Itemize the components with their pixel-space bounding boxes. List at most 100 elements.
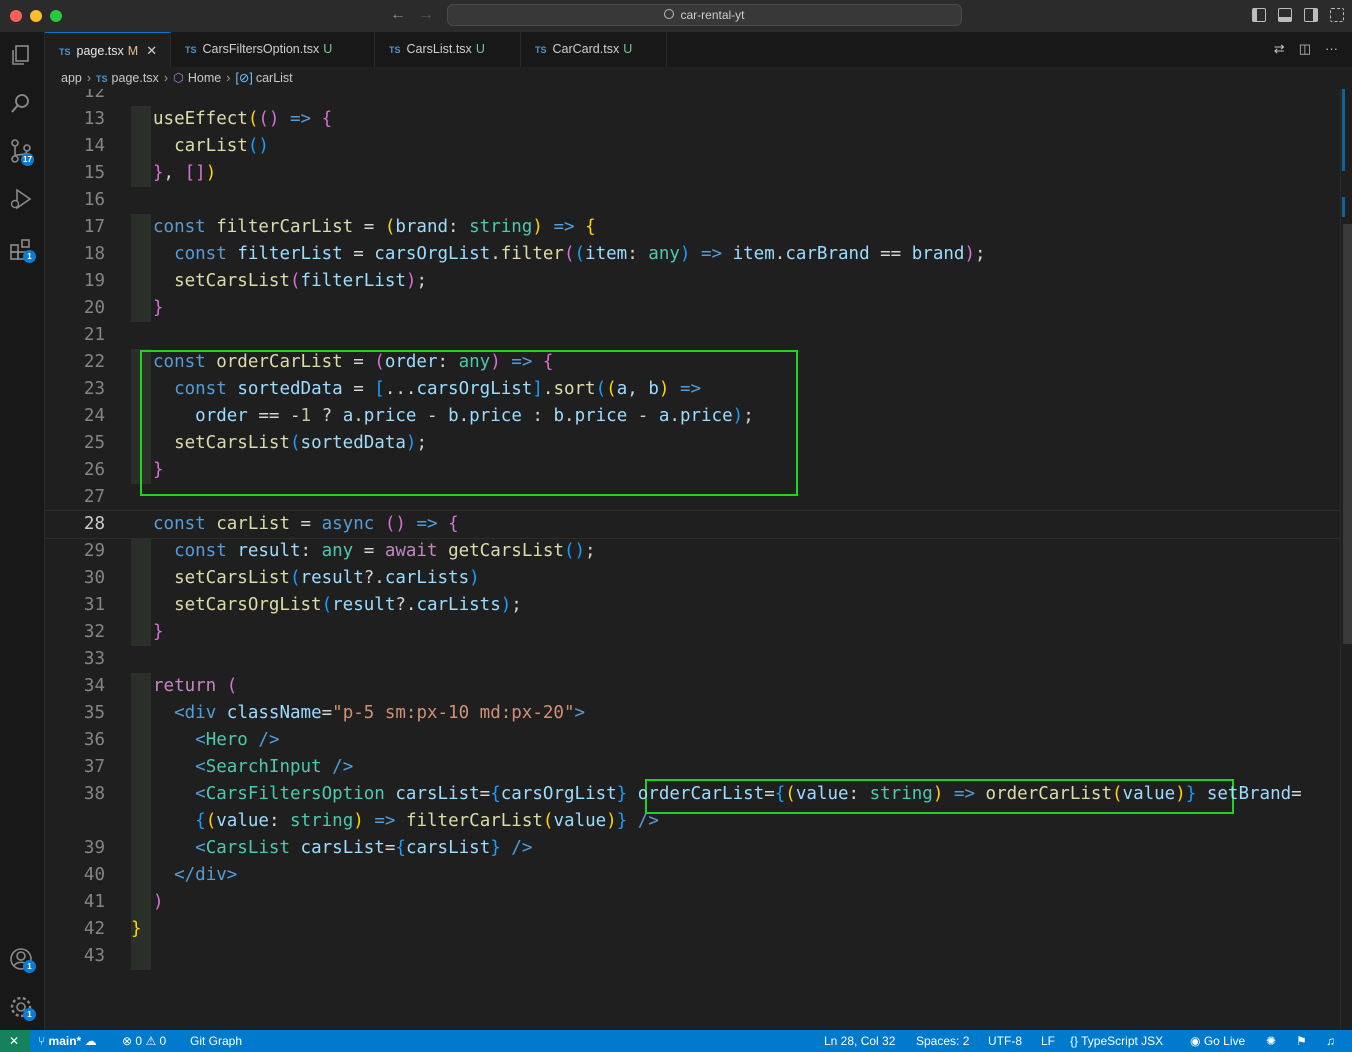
problems-indicator[interactable]: ⊗ 0 ⚠ 0 [122,1030,166,1052]
feedback-icon[interactable]: ⚑ [1296,1030,1307,1052]
encoding-setting[interactable]: UTF-8 [988,1030,1022,1052]
search-icon[interactable] [8,90,34,116]
code-line[interactable]: 25 setCarsList(sortedData); [45,430,1340,457]
code-line[interactable]: 27 [45,484,1340,511]
breadcrumb-symbol[interactable]: carList [256,71,293,85]
code-text: ) [153,892,164,912]
breadcrumb-folder[interactable]: app [61,71,82,85]
code-line[interactable]: 26} [45,457,1340,484]
code-line[interactable]: 33 [45,646,1340,673]
code-line[interactable]: 22 const orderCarList = (order: any) => { [45,349,1340,376]
code-text: order == -1 ? a.price - b.price : b.pric… [195,406,754,426]
files-icon[interactable] [8,42,34,68]
indentation-setting[interactable]: Spaces: 2 [916,1030,969,1052]
line-number: 22 [83,352,105,372]
toggle-primary-sidebar-icon[interactable] [1252,8,1266,22]
sync-icon: ☁ [84,1034,97,1048]
code-line[interactable]: 35 <div className="p-5 sm:px-10 md:px-20… [45,700,1340,727]
open-changes-icon[interactable]: ⇄ [1274,41,1285,57]
line-number: 42 [83,919,105,939]
code-line[interactable]: 19 setCarsList(filterList); [45,268,1340,295]
breadcrumb-component[interactable]: Home [188,71,221,85]
code-line[interactable]: 37 <SearchInput /> [45,754,1340,781]
code-line[interactable]: 12 [45,89,1340,106]
back-arrow-icon[interactable]: ← [390,6,406,24]
forward-arrow-icon[interactable]: → [418,6,434,24]
component-icon: ⬡ [172,71,184,85]
close-icon[interactable]: ✕ [146,43,157,58]
code-line[interactable]: 30 setCarsList(result?.carLists) [45,565,1340,592]
code-line[interactable]: {(value: string) => filterCarList(value)… [45,808,1340,835]
code-line[interactable]: 17 const filterCarList = (brand: string) … [45,214,1340,241]
more-actions-icon[interactable]: ··· [1325,41,1338,57]
code-line[interactable]: 32} [45,619,1340,646]
ts-file-icon: TS [59,47,71,57]
cursor-position[interactable]: Ln 28, Col 32 [824,1030,895,1052]
code-text: carList() [174,136,269,156]
split-editor-icon[interactable]: ◫ [1299,41,1311,57]
code-text: const orderCarList = (order: any) => { [153,352,554,372]
variable-icon: [⊘] [235,71,253,85]
code-line[interactable]: 31 setCarsOrgList(result?.carLists); [45,592,1340,619]
code-line[interactable]: 21 [45,322,1340,349]
tab-carsfiltersoption-tsx[interactable]: TS CarsFiltersOption.tsx U [171,32,375,67]
code-line[interactable]: 40 </div> [45,862,1340,889]
code-line[interactable]: 14 carList() [45,133,1340,160]
scrollbar-marker [1342,197,1345,217]
code-line[interactable]: 43 [45,943,1340,970]
code-line[interactable]: 34 return ( [45,673,1340,700]
line-number: 17 [83,217,105,237]
tab-carslist-tsx[interactable]: TS CarsList.tsx U [375,32,521,67]
tab-page-tsx[interactable]: TS page.tsx M ✕ [45,32,171,67]
code-line[interactable]: 28 const carList = async () => { [45,510,1340,539]
code-text: const result: any = await getCarsList(); [174,541,596,561]
untracked-indicator: U [475,42,485,56]
chevron-right-icon: › [163,71,168,85]
breadcrumb-file[interactable]: page.tsx [112,71,159,85]
language-mode[interactable]: {} TypeScript JSX [1070,1030,1163,1052]
scrollbar-thumb[interactable] [1343,224,1352,644]
go-live-button[interactable]: ◉ Go Live [1190,1030,1245,1052]
run-debug-icon[interactable] [8,186,34,212]
copilot-icon[interactable]: ✺ [1266,1030,1276,1052]
remote-indicator[interactable]: ✕ [0,1030,30,1052]
tab-label: CarsList.tsx [406,42,472,56]
code-line[interactable]: 23 const sortedData = [...carsOrgList].s… [45,376,1340,403]
code-text: const filterList = carsOrgList.filter((i… [174,244,986,264]
code-line[interactable]: 36 <Hero /> [45,727,1340,754]
code-line[interactable]: 18 const filterList = carsOrgList.filter… [45,241,1340,268]
minimize-window-button[interactable] [30,10,42,22]
maximize-window-button[interactable] [50,10,62,22]
code-line[interactable]: 13 useEffect(() => { [45,106,1340,133]
code-line[interactable]: 29 const result: any = await getCarsList… [45,538,1340,565]
code-line[interactable]: 38 <CarsFiltersOption carsList={carsOrgL… [45,781,1340,808]
tab-carcard-tsx[interactable]: TS CarCard.tsx U [521,32,667,67]
code-line[interactable]: 42} [45,916,1340,943]
branch-indicator[interactable]: ⑂ main* ☁ [38,1030,97,1052]
code-line[interactable]: 15}, []) [45,160,1340,187]
line-number: 26 [83,460,105,480]
line-number: 19 [83,271,105,291]
code-line[interactable]: 20} [45,295,1340,322]
code-text: } [153,298,164,318]
code-editor[interactable]: 12 13 useEffect(() => {14 carList() 15}, []… [45,89,1340,1030]
code-line[interactable]: 41) [45,889,1340,916]
code-line[interactable]: 16 [45,187,1340,214]
vertical-scrollbar[interactable] [1340,89,1352,1030]
close-window-button[interactable] [10,10,22,22]
untracked-indicator: U [623,42,633,56]
line-number: 34 [83,676,105,696]
toggle-secondary-sidebar-icon[interactable] [1304,8,1318,22]
command-center-search[interactable]: car-rental-yt [447,4,962,26]
customize-layout-icon[interactable] [1330,8,1344,22]
git-graph-button[interactable]: Git Graph [190,1030,242,1052]
line-number: 28 [83,514,105,534]
code-text: const carList = async () => { [153,514,459,534]
code-line[interactable]: 24 order == -1 ? a.price - b.price : b.p… [45,403,1340,430]
code-line[interactable]: 39 <CarsList carsList={carsList} /> [45,835,1340,862]
error-count: 0 [135,1034,143,1048]
eol-setting[interactable]: LF [1041,1030,1055,1052]
line-number: 25 [83,433,105,453]
notifications-bell-icon[interactable]: ♫ [1326,1030,1335,1052]
toggle-panel-icon[interactable] [1278,8,1292,22]
